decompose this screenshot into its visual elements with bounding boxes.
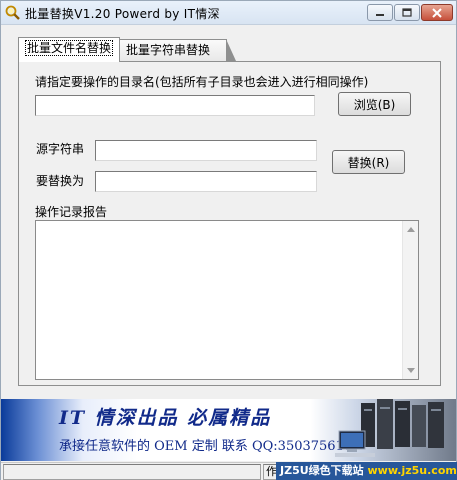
- banner-title: IT 情深出品 必属精品: [59, 407, 272, 429]
- maximize-button[interactable]: [394, 4, 420, 21]
- server-computers-icon: [335, 399, 444, 457]
- tab-batch-filename-replace[interactable]: 批量文件名替换: [18, 37, 121, 62]
- scroll-up-arrow-icon[interactable]: [407, 227, 415, 232]
- app-icon: [5, 5, 20, 20]
- watermark-url: www.jz5u.com: [367, 464, 457, 477]
- window-title: 批量替换V1.20 Powerd by IT情深: [25, 7, 220, 21]
- replace-button[interactable]: 替换(R): [332, 150, 405, 174]
- app-window: 批量替换V1.20 Powerd by IT情深 批量文件名替换 批量字符串替换…: [0, 0, 457, 480]
- source-string-label: 源字符串: [36, 142, 85, 156]
- maximize-icon: [402, 8, 412, 17]
- log-textarea[interactable]: [35, 220, 419, 380]
- title-bar[interactable]: 批量替换V1.20 Powerd by IT情深: [1, 1, 456, 25]
- directory-label: 请指定要操作的目录名(包括所有子目录也会进入进行相同操作): [35, 75, 369, 89]
- watermark-site: JZ5U绿色下载站: [280, 464, 364, 477]
- scroll-down-arrow-icon[interactable]: [407, 368, 415, 373]
- watermark: JZ5U绿色下载站 www.jz5u.com: [276, 462, 457, 480]
- replace-with-label: 要替换为: [36, 174, 85, 188]
- browse-button[interactable]: 浏览(B): [338, 92, 411, 116]
- log-label: 操作记录报告: [35, 205, 108, 219]
- ad-banner[interactable]: IT 情深出品 必属精品 承接任意软件的 OEM 定制 联系 QQ:350375…: [1, 399, 456, 461]
- banner-subtitle: 承接任意软件的 OEM 定制 联系 QQ:350375616: [59, 439, 353, 454]
- status-field-1: [3, 464, 261, 480]
- source-string-input[interactable]: [95, 140, 317, 161]
- minimize-icon: [376, 13, 384, 16]
- replace-with-input[interactable]: [95, 171, 317, 192]
- close-button[interactable]: [421, 4, 453, 21]
- tab-batch-string-replace[interactable]: 批量字符串替换: [119, 39, 236, 61]
- tab-label: 批量文件名替换: [25, 40, 114, 56]
- close-icon: [432, 7, 442, 18]
- log-scrollbar[interactable]: [402, 221, 418, 379]
- minimize-button[interactable]: [367, 4, 393, 21]
- tab-label: 批量字符串替换: [126, 43, 211, 57]
- directory-input[interactable]: [35, 95, 315, 116]
